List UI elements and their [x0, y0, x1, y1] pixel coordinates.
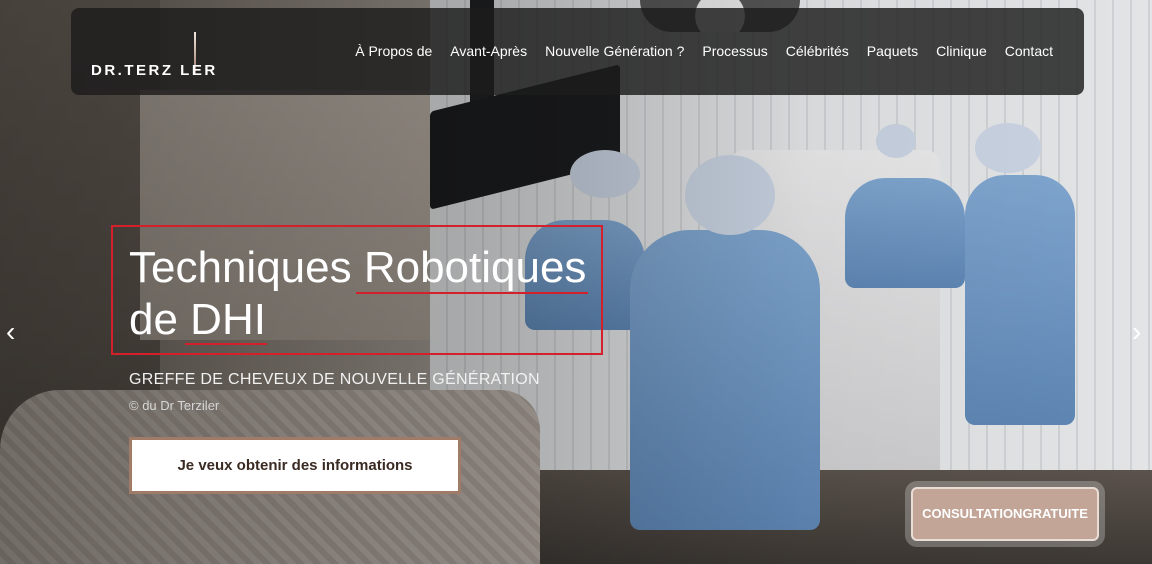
hero-credit: © du Dr Terziler — [129, 398, 220, 413]
nav-item-packages[interactable]: Paquets — [858, 43, 927, 59]
site-logo[interactable]: DR.TERZ LER — [91, 62, 218, 79]
headline-line-2: de DHI — [129, 295, 266, 344]
top-navbar: DR.TERZ LER À Propos de Avant-Après Nouv… — [71, 8, 1084, 95]
nav-item-clinic[interactable]: Clinique — [927, 43, 996, 59]
headline-underline — [185, 343, 267, 345]
nav-item-celebrities[interactable]: Célébrités — [777, 43, 858, 59]
nav-item-contact[interactable]: Contact — [996, 43, 1062, 59]
consult-line-1: CONSULTATION — [922, 506, 1023, 521]
get-info-button[interactable]: Je veux obtenir des informations — [129, 437, 461, 494]
nav-item-before-after[interactable]: Avant-Après — [441, 43, 536, 59]
nav-item-about[interactable]: À Propos de — [346, 43, 441, 59]
hero-subtitle: GREFFE DE CHEVEUX DE NOUVELLE GÉNÉRATION — [129, 371, 540, 388]
main-nav: À Propos de Avant-Après Nouvelle Générat… — [346, 43, 1062, 59]
free-consultation-button[interactable]: CONSULTATION GRATUITE — [911, 487, 1099, 541]
nav-item-process[interactable]: Processus — [693, 43, 776, 59]
nav-item-new-generation[interactable]: Nouvelle Génération ? — [536, 43, 693, 59]
chevron-left-icon[interactable]: ‹ — [6, 318, 15, 346]
consult-line-2: GRATUITE — [1022, 506, 1088, 521]
headline-underline — [356, 292, 588, 294]
chevron-right-icon[interactable]: › — [1132, 318, 1141, 346]
hero-headline: Techniques Robotiques de DHI — [129, 242, 586, 346]
headline-line-1: Techniques Robotiques — [129, 243, 587, 292]
